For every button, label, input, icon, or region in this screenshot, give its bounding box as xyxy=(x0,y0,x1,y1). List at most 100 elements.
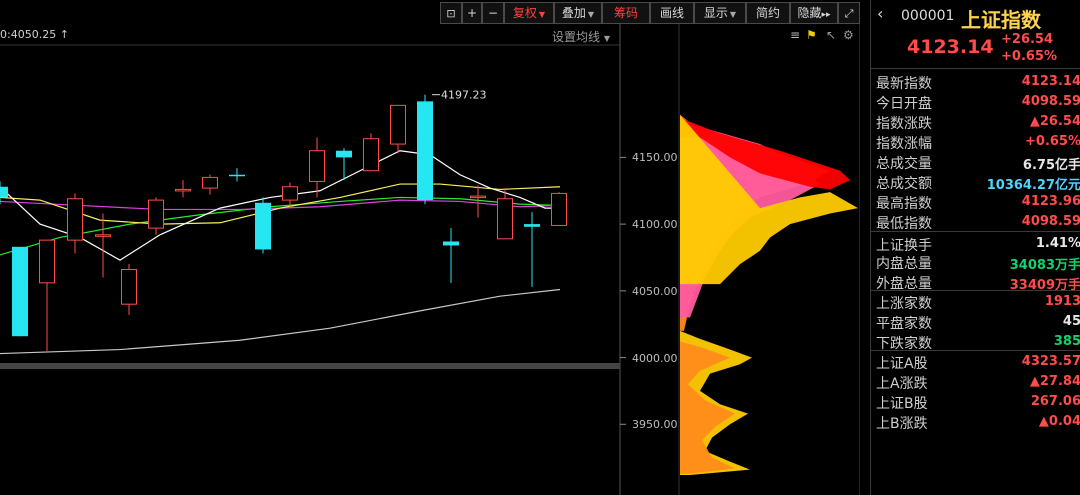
y-tick-label: 4050.00 xyxy=(632,284,678,298)
quote-label: 上涨家数 xyxy=(876,296,932,312)
quote-label: 平盘家数 xyxy=(876,316,932,332)
quote-label: 上A涨跌 xyxy=(876,376,928,392)
quote-value: 267.06 xyxy=(1030,394,1080,409)
quote-label: 上证B股 xyxy=(876,396,928,412)
candle-body-up xyxy=(95,234,111,237)
kline-chart[interactable]: 4197.23 0:4050.25 ↑ 设置均线 ▼ ≡ ⚑ ↖ ⚙ 4150.… xyxy=(0,24,860,495)
quote-label: 今日开盘 xyxy=(876,96,932,112)
quote-label: 指数涨幅 xyxy=(876,136,932,152)
price-change: +26.54 xyxy=(1001,32,1054,47)
collapse-arrow-icon[interactable]: ‹ xyxy=(877,4,883,23)
ma-readout-value: 0:4050.25 xyxy=(0,28,57,41)
high-annotation-label: 4197.23 xyxy=(441,89,487,102)
quote-label: 最新指数 xyxy=(876,76,932,92)
chip-list-icon[interactable]: ≡ xyxy=(790,28,800,42)
quote-row: 上证B股 267.06 xyxy=(871,392,1080,412)
chips-button[interactable]: 筹码 xyxy=(602,2,650,24)
quote-value: 4123.96 xyxy=(1021,194,1080,209)
quote-row: 最低指数 4098.59 xyxy=(871,212,1080,232)
quote-row: 最高指数 4123.96 xyxy=(871,192,1080,212)
ma-readout: 0:4050.25 ↑ xyxy=(0,28,69,41)
candle-body-down xyxy=(255,202,271,250)
quote-value: +0.65% xyxy=(1025,134,1080,149)
candle-body-up xyxy=(282,186,298,201)
ma-settings-dropdown[interactable]: 设置均线 ▼ xyxy=(552,28,610,45)
candle-body-up xyxy=(148,199,164,229)
quote-label: 上证A股 xyxy=(876,356,928,372)
candle-body-up xyxy=(390,104,406,145)
current-price: 4123.14 xyxy=(907,36,994,58)
quote-row: 上B涨跌 ▲0.04 xyxy=(871,412,1080,432)
divider xyxy=(871,68,1080,69)
quote-row: 外盘总量 33409万手 xyxy=(871,272,1080,293)
quote-label: 总成交量 xyxy=(876,156,932,172)
quote-value: 34083万手 xyxy=(1009,258,1080,273)
chip-cursor-icon[interactable]: ↖ xyxy=(826,28,836,42)
quote-row: 总成交量 6.75亿手 xyxy=(871,152,1080,173)
candle-body-up xyxy=(551,192,567,226)
divider xyxy=(871,290,1080,291)
candle-body-up xyxy=(497,198,513,240)
y-tick-label: 4150.00 xyxy=(632,151,678,165)
candle-body-down xyxy=(336,150,352,158)
quote-value: 4098.59 xyxy=(1021,214,1080,229)
lock-button[interactable]: ⊡ xyxy=(440,2,462,24)
candle-body-down xyxy=(0,186,8,198)
quote-row: 今日开盘 4098.59 xyxy=(871,92,1080,112)
chevron-down-icon: ▼ xyxy=(587,10,595,19)
ma-settings-label: 设置均线 xyxy=(552,30,601,44)
zoom-out-button[interactable]: − xyxy=(482,2,504,24)
quote-value: 6.75亿手 xyxy=(1022,158,1080,173)
quote-row: 指数涨幅 +0.65% xyxy=(871,132,1080,152)
stock-name: 上证指数 xyxy=(961,8,1041,32)
stock-code: 000001 xyxy=(901,8,955,24)
quote-label: 最高指数 xyxy=(876,196,932,212)
candle-body-down xyxy=(229,174,245,177)
candle-body-down xyxy=(524,224,540,227)
quote-value: 385 xyxy=(1053,334,1080,349)
quote-label: 指数涨跌 xyxy=(876,116,932,132)
lock-icon: ⊡ xyxy=(446,7,456,20)
expand-icon: ⤢ xyxy=(844,7,854,20)
quote-row: 上A涨跌 ▲27.84 xyxy=(871,372,1080,392)
quote-row: 上证换手 1.41% xyxy=(871,234,1080,254)
hide-button[interactable]: 隐藏▸▸ xyxy=(790,2,838,24)
chevron-down-icon: ▼ xyxy=(538,10,546,19)
simple-button[interactable]: 简约 xyxy=(746,2,790,24)
y-tick-label: 4100.00 xyxy=(632,218,678,232)
chart-scroll-bar xyxy=(0,363,620,369)
quote-row: 下跌家数 385 xyxy=(871,332,1080,352)
quote-value: ▲27.84 xyxy=(1029,374,1080,389)
candle-body-up xyxy=(309,150,325,182)
quote-label: 内盘总量 xyxy=(876,256,932,272)
display-label: 显示 xyxy=(703,6,728,20)
kline-svg: 4197.23 xyxy=(0,24,860,495)
zoom-in-button[interactable]: + xyxy=(462,2,482,24)
chart-toolbar: ⊡ + − 复权 ▼ 叠加 ▼ 筹码 画线 显示 ▼ 简约 隐藏▸▸ ⤢ xyxy=(440,2,860,24)
quote-row: 最新指数 4123.14 xyxy=(871,72,1080,92)
chevron-down-icon: ▼ xyxy=(603,34,610,43)
candle-body-up xyxy=(202,176,218,189)
candle-body-up xyxy=(67,198,83,241)
fullscreen-button[interactable]: ⤢ xyxy=(838,2,860,24)
chip-flag-icon[interactable]: ⚑ xyxy=(806,28,817,42)
overlay-dropdown[interactable]: 叠加 ▼ xyxy=(554,2,602,24)
quote-value: 4123.14 xyxy=(1021,74,1080,89)
candle-body-up xyxy=(175,188,191,192)
quote-value: 10364.27亿元 xyxy=(986,178,1080,193)
quote-row: 指数涨跌 ▲26.54 xyxy=(871,112,1080,132)
divider xyxy=(871,350,1080,351)
hide-label: 隐藏 xyxy=(797,6,822,20)
price-change-pct: +0.65% xyxy=(1001,49,1057,64)
candle-body-down xyxy=(443,241,459,246)
gear-icon[interactable]: ⚙ xyxy=(843,28,854,42)
quote-row: 总成交额 10364.27亿元 xyxy=(871,172,1080,193)
quote-value: ▲0.04 xyxy=(1038,414,1080,429)
quote-value: 1913 xyxy=(1044,294,1080,309)
display-dropdown[interactable]: 显示 ▼ xyxy=(694,2,746,24)
quote-value: 4098.59 xyxy=(1021,94,1080,109)
draw-line-button[interactable]: 画线 xyxy=(650,2,694,24)
quote-row: 上证A股 4323.57 xyxy=(871,352,1080,372)
ma250-line xyxy=(0,288,561,355)
fq-dropdown[interactable]: 复权 ▼ xyxy=(504,2,554,24)
